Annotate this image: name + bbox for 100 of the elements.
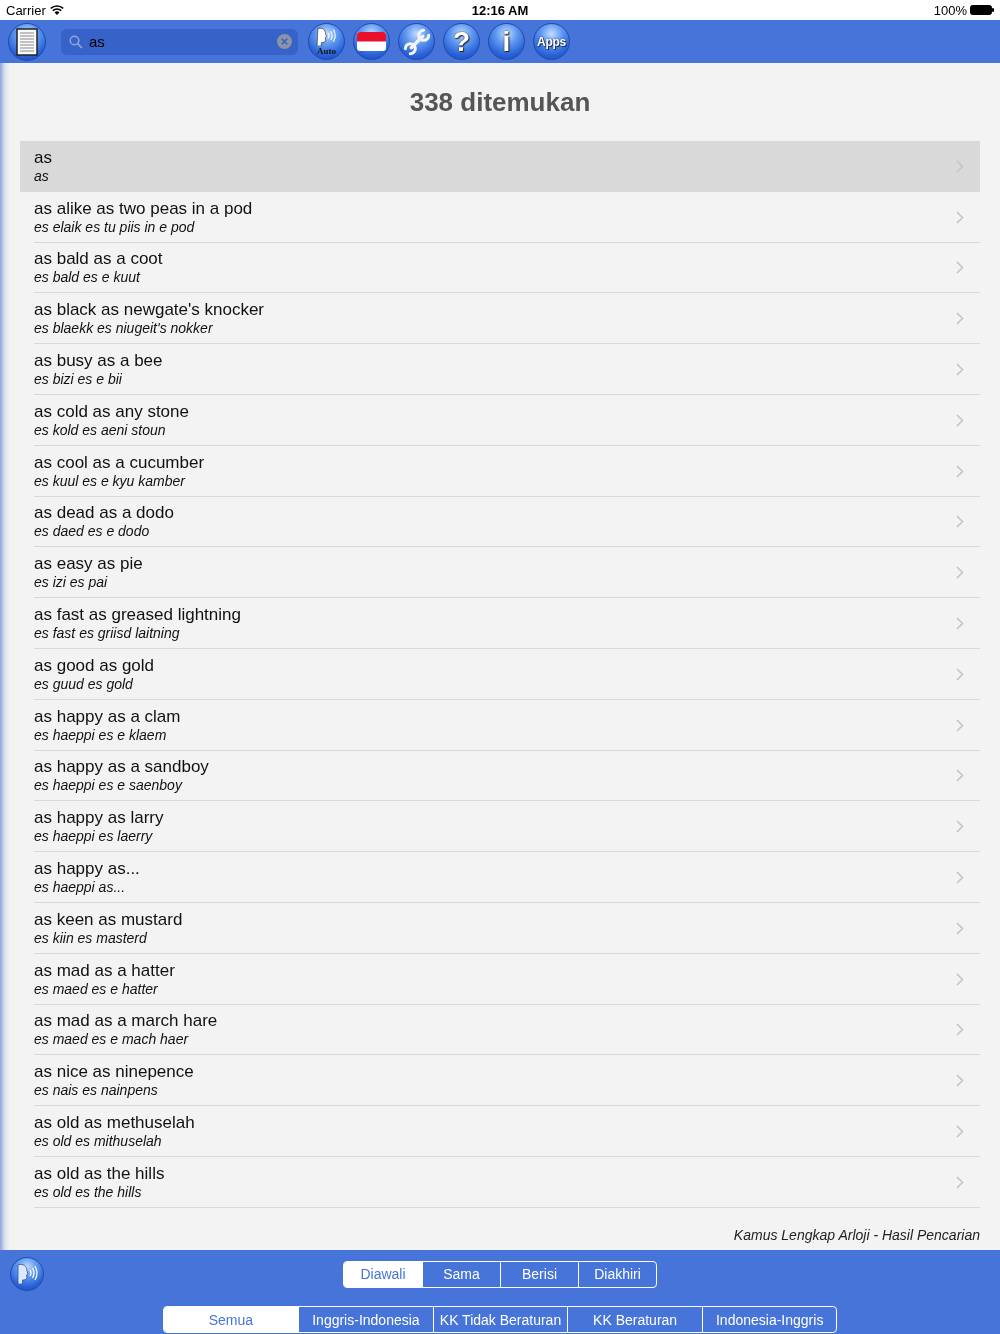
chevron-icon xyxy=(956,718,964,732)
chevron-icon xyxy=(956,413,964,427)
entry-pronunciation: as xyxy=(34,167,49,185)
dictionary-tab[interactable]: KK Beraturan xyxy=(567,1307,702,1332)
entry-pronunciation: es daed es e dodo xyxy=(34,523,150,541)
entry-pronunciation: es haeppi es e saenboy xyxy=(34,777,182,795)
wifi-icon xyxy=(49,5,64,15)
result-row[interactable]: as good as gold es guud es gold xyxy=(20,648,980,700)
entry-word: as cool as a cucumber xyxy=(34,452,205,473)
chevron-icon xyxy=(956,363,964,377)
page-icon xyxy=(16,27,38,56)
chevron-icon xyxy=(956,1023,964,1037)
search-field[interactable]: as xyxy=(61,28,298,55)
entry-pronunciation: es guud es gold xyxy=(34,675,133,693)
match-mode-tab[interactable]: Sama xyxy=(422,1261,500,1287)
result-row[interactable]: as happy as larry es haeppi es laerry xyxy=(20,801,980,853)
result-row[interactable]: as happy as a sandboy es haeppi es e saenboy xyxy=(20,750,980,802)
entry-word: as happy as... xyxy=(34,859,140,880)
entry-pronunciation: es izi es pai xyxy=(34,574,108,592)
entry-pronunciation: es maed es e mach haer xyxy=(34,1031,189,1049)
entry-word: as alike as two peas in a pod xyxy=(34,198,253,219)
entry-pronunciation: es kiin es masterd xyxy=(34,929,147,947)
dictionary-tab[interactable]: Indonesia-Inggris xyxy=(701,1307,837,1332)
settings-button[interactable] xyxy=(398,23,435,60)
match-mode-tab[interactable]: Diawali xyxy=(344,1261,422,1287)
result-row[interactable]: as happy as... es haeppi as... xyxy=(20,852,980,903)
search-icon xyxy=(69,34,83,49)
result-row[interactable]: as alike as two peas in a pod es elaik es tu piis in e pod xyxy=(20,191,980,243)
result-row[interactable]: as cool as a cucumber es kuul es e kyu kamber xyxy=(20,445,980,497)
chevron-icon xyxy=(956,921,964,935)
chevron-icon xyxy=(956,871,964,885)
result-row[interactable]: as happy as a clam es haeppi es e klaem xyxy=(20,699,980,751)
chevron-icon xyxy=(956,312,964,326)
result-row[interactable]: as as xyxy=(20,141,980,192)
chevron-icon xyxy=(956,566,964,580)
battery-icon xyxy=(970,5,994,15)
chevron-icon xyxy=(956,1175,964,1189)
entry-pronunciation: es kold es aeni stoun xyxy=(34,421,166,439)
chevron-icon xyxy=(956,515,964,529)
entry-word: as busy as a bee xyxy=(34,351,163,372)
result-row[interactable]: as mad as a march hare es maed es e mach haer xyxy=(20,1004,980,1056)
result-row[interactable]: as cold as any stone es kold es aeni stoun xyxy=(20,395,980,446)
language-button[interactable] xyxy=(353,23,390,60)
entry-pronunciation: es haeppi es e klaem xyxy=(34,726,167,744)
entry-word: as keen as mustard xyxy=(34,909,183,930)
result-row[interactable]: as old as the hills es old es the hills xyxy=(20,1156,980,1208)
chevron-icon xyxy=(956,261,964,275)
entry-pronunciation: es nais es nainpens xyxy=(34,1082,158,1100)
entry-pronunciation: es maed es e hatter xyxy=(34,980,158,998)
entry-word: as fast as greased lightning xyxy=(34,605,241,626)
result-row[interactable]: as bald as a coot es bald es e kuut xyxy=(20,242,980,294)
entry-word: as dead as a dodo xyxy=(34,503,174,524)
clock-time: 12:16 AM xyxy=(471,2,529,18)
chevron-icon xyxy=(956,210,964,224)
entry-word: as mad as a march hare xyxy=(34,1011,218,1032)
entry-word: as old as methuselah xyxy=(34,1113,195,1134)
match-mode-tab[interactable]: Diakhiri xyxy=(578,1261,656,1287)
chevron-icon xyxy=(956,1074,964,1088)
wrench-icon xyxy=(401,26,432,57)
chevron-icon xyxy=(956,820,964,834)
entry-pronunciation: es haeppi es laerry xyxy=(34,828,153,846)
chevron-icon xyxy=(956,769,964,783)
dictionary-tab[interactable]: Semua xyxy=(163,1307,299,1332)
battery-percent: 100% xyxy=(933,2,967,18)
entry-word: as nice as ninepence xyxy=(34,1062,194,1083)
dictionary-tab[interactable]: KK Tidak Beraturan xyxy=(432,1307,568,1332)
entry-word: as xyxy=(34,147,52,168)
chevron-icon xyxy=(956,667,964,681)
speaking-head-icon xyxy=(315,27,338,46)
result-row[interactable]: as dead as a dodo es daed es e dodo xyxy=(20,496,980,548)
speak-button[interactable] xyxy=(10,1257,44,1291)
result-row[interactable]: as old as methuselah es old es mithuselah xyxy=(20,1106,980,1157)
entry-word: as bald as a coot xyxy=(34,249,163,270)
entry-word: as black as newgate's knocker xyxy=(34,300,265,321)
entry-pronunciation: es bizi es e bii xyxy=(34,371,122,389)
speaking-head-icon xyxy=(16,1264,38,1284)
entry-word: as good as gold xyxy=(34,655,155,676)
result-row[interactable]: as fast as greased lightning es fast es griisd laitning xyxy=(20,598,980,649)
auto-speak-button[interactable]: Auto xyxy=(308,23,345,60)
result-row[interactable]: as black as newgate's knocker es blaekk es niugeit's nokker xyxy=(20,293,980,345)
result-row[interactable]: as nice as ninepence es nais es nainpens xyxy=(20,1055,980,1107)
chevron-icon xyxy=(956,972,964,986)
flag-icon xyxy=(357,32,386,51)
result-row[interactable]: as easy as pie es izi es pai xyxy=(20,547,980,599)
dictionary-tab[interactable]: Inggris-Indonesia xyxy=(298,1307,433,1332)
entry-pronunciation: es haeppi as... xyxy=(34,879,126,897)
chevron-icon xyxy=(956,464,964,478)
entry-word: as cold as any stone xyxy=(34,401,189,422)
entry-pronunciation: es kuul es e kyu kamber xyxy=(34,472,185,490)
entry-word: as happy as a clam xyxy=(34,706,181,727)
entry-word: as happy as a sandboy xyxy=(34,757,209,778)
match-mode-tab[interactable]: Berisi xyxy=(500,1261,578,1287)
entry-pronunciation: es old es mithuselah xyxy=(34,1133,162,1151)
screen-caption: Kamus Lengkap Arloji - Hasil Pencarian xyxy=(733,1227,980,1243)
result-row[interactable]: as busy as a bee es bizi es e bii xyxy=(20,344,980,395)
carrier-label: Carrier xyxy=(6,2,46,18)
result-row[interactable]: as keen as mustard es kiin es masterd xyxy=(20,902,980,954)
chevron-icon xyxy=(956,1125,964,1139)
word-list-button[interactable] xyxy=(8,22,46,61)
result-row[interactable]: as mad as a hatter es maed es e hatter xyxy=(20,953,980,1005)
